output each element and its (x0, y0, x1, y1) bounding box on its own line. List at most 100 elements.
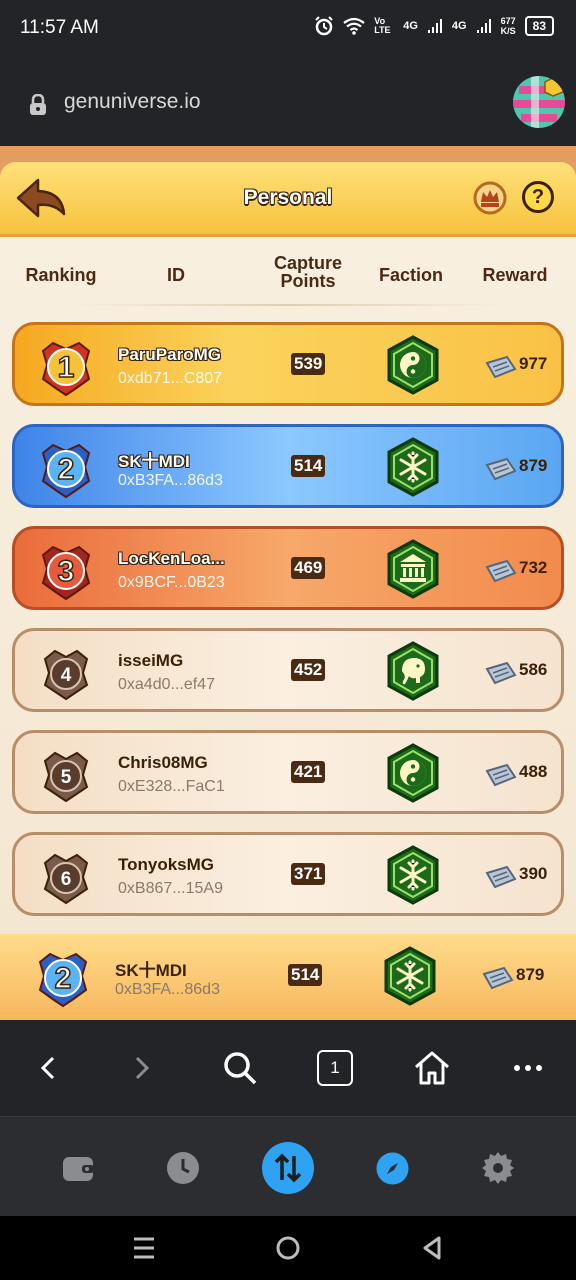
url-text[interactable]: genuniverse.io (64, 90, 201, 114)
settings-icon[interactable] (481, 1151, 515, 1185)
rank-medal-icon: 3 (41, 545, 91, 601)
capture-points: 514 (288, 964, 323, 986)
col-capture-line2: Points (280, 271, 336, 291)
wallet-tab-bar (0, 1116, 576, 1217)
col-id: ID (167, 265, 185, 285)
col-ranking: Ranking (25, 265, 97, 285)
back-triangle-icon[interactable] (420, 1234, 444, 1262)
svg-text:5: 5 (61, 767, 72, 788)
more-icon[interactable] (512, 1050, 544, 1086)
capture-points: 469 (291, 557, 326, 579)
reward-amount: 879 (516, 965, 545, 984)
ticket-icon (485, 457, 517, 481)
reward-amount: 732 (519, 558, 548, 577)
signal-icon (427, 19, 442, 33)
col-capture-points: Capture Points (264, 254, 352, 290)
reward-amount: 488 (519, 762, 548, 781)
wifi-icon (343, 17, 365, 35)
crown-badge-icon[interactable] (472, 180, 508, 216)
network-speed-value: 677 (500, 16, 516, 26)
tab-count-button[interactable]: 1 (317, 1050, 353, 1086)
player-address: 0xB3FA...86d3 (118, 472, 223, 489)
ranking-row[interactable]: 1 ParuParoMG 0xdb71...C807 539 977 (12, 322, 564, 406)
ranking-row[interactable]: 4 isseiMG 0xa4d0...ef47 452 586 (12, 628, 564, 712)
player-address: 0x9BCF...0B23 (118, 574, 225, 591)
signal-2-label: 4G (451, 20, 467, 32)
faction-yin-yang-icon (387, 335, 439, 395)
ticket-icon (485, 763, 517, 787)
lock-icon (30, 94, 46, 115)
recent-apps-icon[interactable] (132, 1234, 156, 1262)
chevron-right-icon[interactable] (130, 1050, 154, 1086)
col-reward: Reward (482, 265, 548, 285)
reward-amount: 586 (519, 660, 548, 679)
clock: 11:57 AM (20, 17, 99, 38)
rank-medal-icon: 2 (38, 952, 88, 1008)
col-capture-line1: Capture (273, 253, 342, 273)
signal-1-label: 4G (403, 20, 418, 32)
svg-text:4: 4 (61, 665, 72, 686)
player-address: 0xa4d0...ef47 (118, 676, 215, 693)
faction-elephant-icon (387, 641, 439, 701)
home-circle-icon[interactable] (275, 1234, 301, 1262)
svg-text:2: 2 (58, 453, 75, 486)
reward-amount: 879 (519, 456, 548, 475)
player-name: Chris08MG (118, 753, 208, 772)
leaderboard-panel: Personal ? Ranking ID Capture Points Fac… (0, 162, 576, 1020)
my-ranking-row[interactable]: 2 SK十MDI 0xB3FA...86d3 514 879 (0, 934, 576, 1020)
rank-medal-icon: 2 (41, 443, 91, 499)
leaderboard-header: Personal ? (0, 162, 576, 234)
rank-medal-icon: 1 (41, 341, 91, 397)
avatar-pattern-icon (513, 76, 565, 128)
player-address: 0xB3FA...86d3 (115, 981, 220, 998)
capture-points: 452 (291, 659, 326, 681)
discover-icon[interactable] (376, 1152, 409, 1185)
ticket-icon (485, 559, 517, 583)
ticket-icon (482, 966, 514, 990)
ranking-row[interactable]: 3 LocKenLoa... 0x9BCF...0B23 469 732 (12, 526, 564, 610)
wallet-icon[interactable] (62, 1153, 96, 1183)
player-name: SK十MDI (115, 961, 187, 980)
status-icons: Vo LTE 4G 4G 677 K/S 83 (314, 16, 554, 36)
svg-text:2: 2 (55, 962, 72, 995)
ranking-row[interactable]: 2 SK十MDI 0xB3FA...86d3 514 879 (12, 424, 564, 508)
alarm-icon (315, 16, 333, 36)
help-button[interactable]: ? (522, 181, 554, 213)
history-icon[interactable] (166, 1151, 200, 1185)
my-ranking-card: 2 SK十MDI 0xB3FA...86d3 514 879 (12, 936, 564, 1020)
player-address: 0xdb71...C807 (118, 370, 223, 387)
faction-snowflake-icon (387, 845, 439, 905)
column-headers: Ranking ID Capture Points Faction Reward (0, 248, 576, 308)
battery-indicator: 83 (524, 16, 554, 36)
rank-medal-icon: 5 (43, 751, 89, 803)
search-icon[interactable] (222, 1050, 258, 1086)
header-divider (70, 304, 506, 306)
swap-icon[interactable] (262, 1142, 314, 1194)
col-faction: Faction (378, 265, 443, 285)
ranking-row[interactable]: 6 TonyoksMG 0xB867...15A9 371 390 (12, 832, 564, 916)
player-address: 0xB867...15A9 (118, 880, 223, 897)
avatar[interactable] (513, 76, 565, 128)
capture-points: 514 (291, 455, 326, 477)
network-speed: 677 K/S (501, 16, 516, 36)
tab-count: 1 (330, 1058, 340, 1077)
game-area: Personal ? Ranking ID Capture Points Fac… (0, 146, 576, 1020)
svg-text:6: 6 (61, 869, 72, 890)
capture-points: 371 (291, 863, 326, 885)
home-icon[interactable] (413, 1050, 451, 1086)
volte-indicator: Vo LTE (374, 16, 391, 35)
svg-text:3: 3 (58, 555, 75, 588)
player-address: 0xE328...FaC1 (118, 778, 225, 795)
browser-nav-bar: 1 (0, 1020, 576, 1116)
chevron-left-icon[interactable] (36, 1050, 60, 1086)
player-name: TonyoksMG (118, 855, 215, 874)
player-name: LocKenLoa... (118, 549, 225, 568)
player-name: SK十MDI (118, 452, 190, 471)
ranking-row[interactable]: 5 Chris08MG 0xE328...FaC1 421 488 (12, 730, 564, 814)
system-nav-bar (0, 1216, 576, 1280)
player-name: isseiMG (118, 651, 184, 670)
faction-yin-yang-icon (387, 743, 439, 803)
faction-snowflake-icon (384, 946, 436, 1006)
faction-temple-icon (387, 539, 439, 599)
reward-amount: 390 (519, 864, 548, 883)
